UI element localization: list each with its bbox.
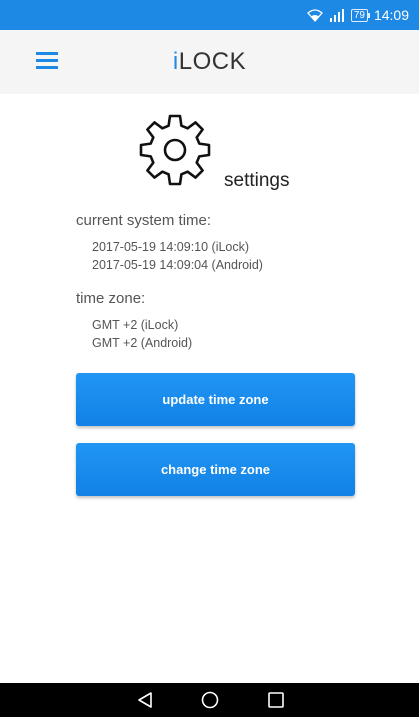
home-icon[interactable] [201,691,219,714]
system-time-android: 2017-05-19 14:09:04 (Android) [92,258,263,272]
battery-icon: 79 [350,8,371,22]
time-zone-ilock: GMT +2 (iLock) [92,318,179,332]
recents-icon[interactable] [267,691,285,714]
app-title-rest: LOCK [178,48,247,75]
gear-icon [130,108,220,198]
system-time-ilock: 2017-05-19 14:09:10 (iLock) [92,240,250,254]
system-time-heading: current system time: [76,212,212,229]
time-zone-heading: time zone: [76,290,146,307]
settings-label: settings [224,170,290,191]
app-bar: iLOCK [0,30,419,94]
change-time-zone-button[interactable]: change time zone [76,443,355,496]
hamburger-menu-icon[interactable] [36,52,58,70]
status-bar: 79 14:09 [0,0,419,30]
signal-icon [329,8,345,22]
app-title: iLOCK [173,48,246,76]
back-icon[interactable] [136,691,154,714]
update-time-zone-button[interactable]: update time zone [76,373,355,426]
status-time: 14:09 [373,7,409,23]
time-zone-android: GMT +2 (Android) [92,336,193,350]
nav-bar [0,683,419,717]
wifi-icon [306,8,323,22]
